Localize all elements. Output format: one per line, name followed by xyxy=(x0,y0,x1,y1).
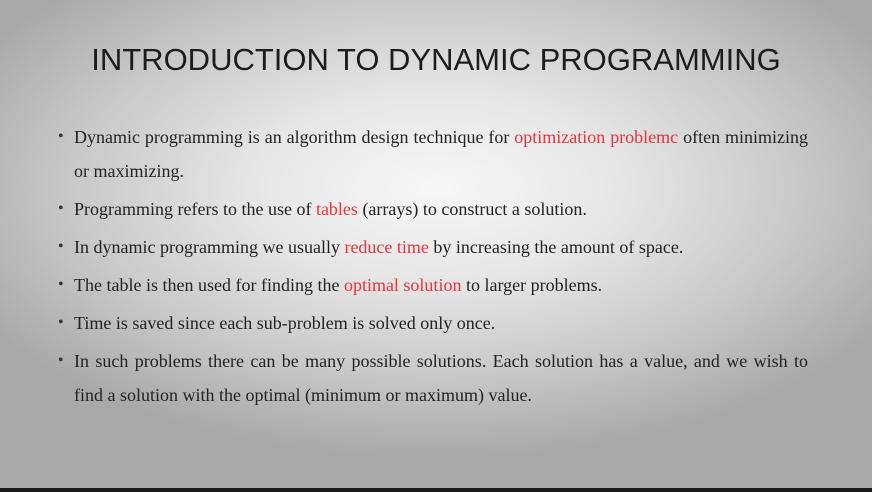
bullet-item-5: • Time is saved since each sub-problem i… xyxy=(56,306,808,340)
slide: INTRODUCTION TO DYNAMIC PROGRAMMING • Dy… xyxy=(0,0,872,492)
bullet-icon: • xyxy=(58,200,64,217)
bullet-item-1: • Dynamic programming is an algorithm de… xyxy=(56,120,808,188)
bottom-border xyxy=(0,488,872,492)
bullet-text: In such problems there can be many possi… xyxy=(74,351,808,405)
bullet-icon: • xyxy=(58,352,64,369)
bullet-item-4: • The table is then used for finding the… xyxy=(56,268,808,302)
bullet-icon: • xyxy=(58,276,64,293)
bullet-item-6: • In such problems there can be many pos… xyxy=(56,344,808,412)
bullet-list: • Dynamic programming is an algorithm de… xyxy=(56,120,808,416)
bullet-icon: • xyxy=(58,314,64,331)
bullet-text: (arrays) to construct a solution. xyxy=(357,199,587,219)
bullet-text: Programming refers to the use of xyxy=(74,199,316,219)
bullet-icon: • xyxy=(58,128,64,145)
highlighted-term: optimal solution xyxy=(343,275,462,295)
bullet-text: Time is saved since each sub-problem is … xyxy=(74,313,496,333)
bullet-text: by increasing the amount of space. xyxy=(428,237,684,257)
bullet-text: to larger problems. xyxy=(461,275,603,295)
bullet-item-2: • Programming refers to the use of table… xyxy=(56,192,808,226)
bullet-text: Dynamic programming is an algorithm desi… xyxy=(74,127,515,147)
bullet-icon: • xyxy=(58,238,64,255)
highlighted-term: tables xyxy=(315,199,358,219)
bullet-text: The table is then used for finding the xyxy=(74,275,344,295)
highlighted-term: reduce time xyxy=(344,237,429,257)
bullet-item-3: • In dynamic programming we usually redu… xyxy=(56,230,808,264)
highlighted-term: optimization problemc xyxy=(514,127,679,147)
bullet-text: In dynamic programming we usually xyxy=(74,237,345,257)
slide-title: INTRODUCTION TO DYNAMIC PROGRAMMING xyxy=(91,42,781,77)
